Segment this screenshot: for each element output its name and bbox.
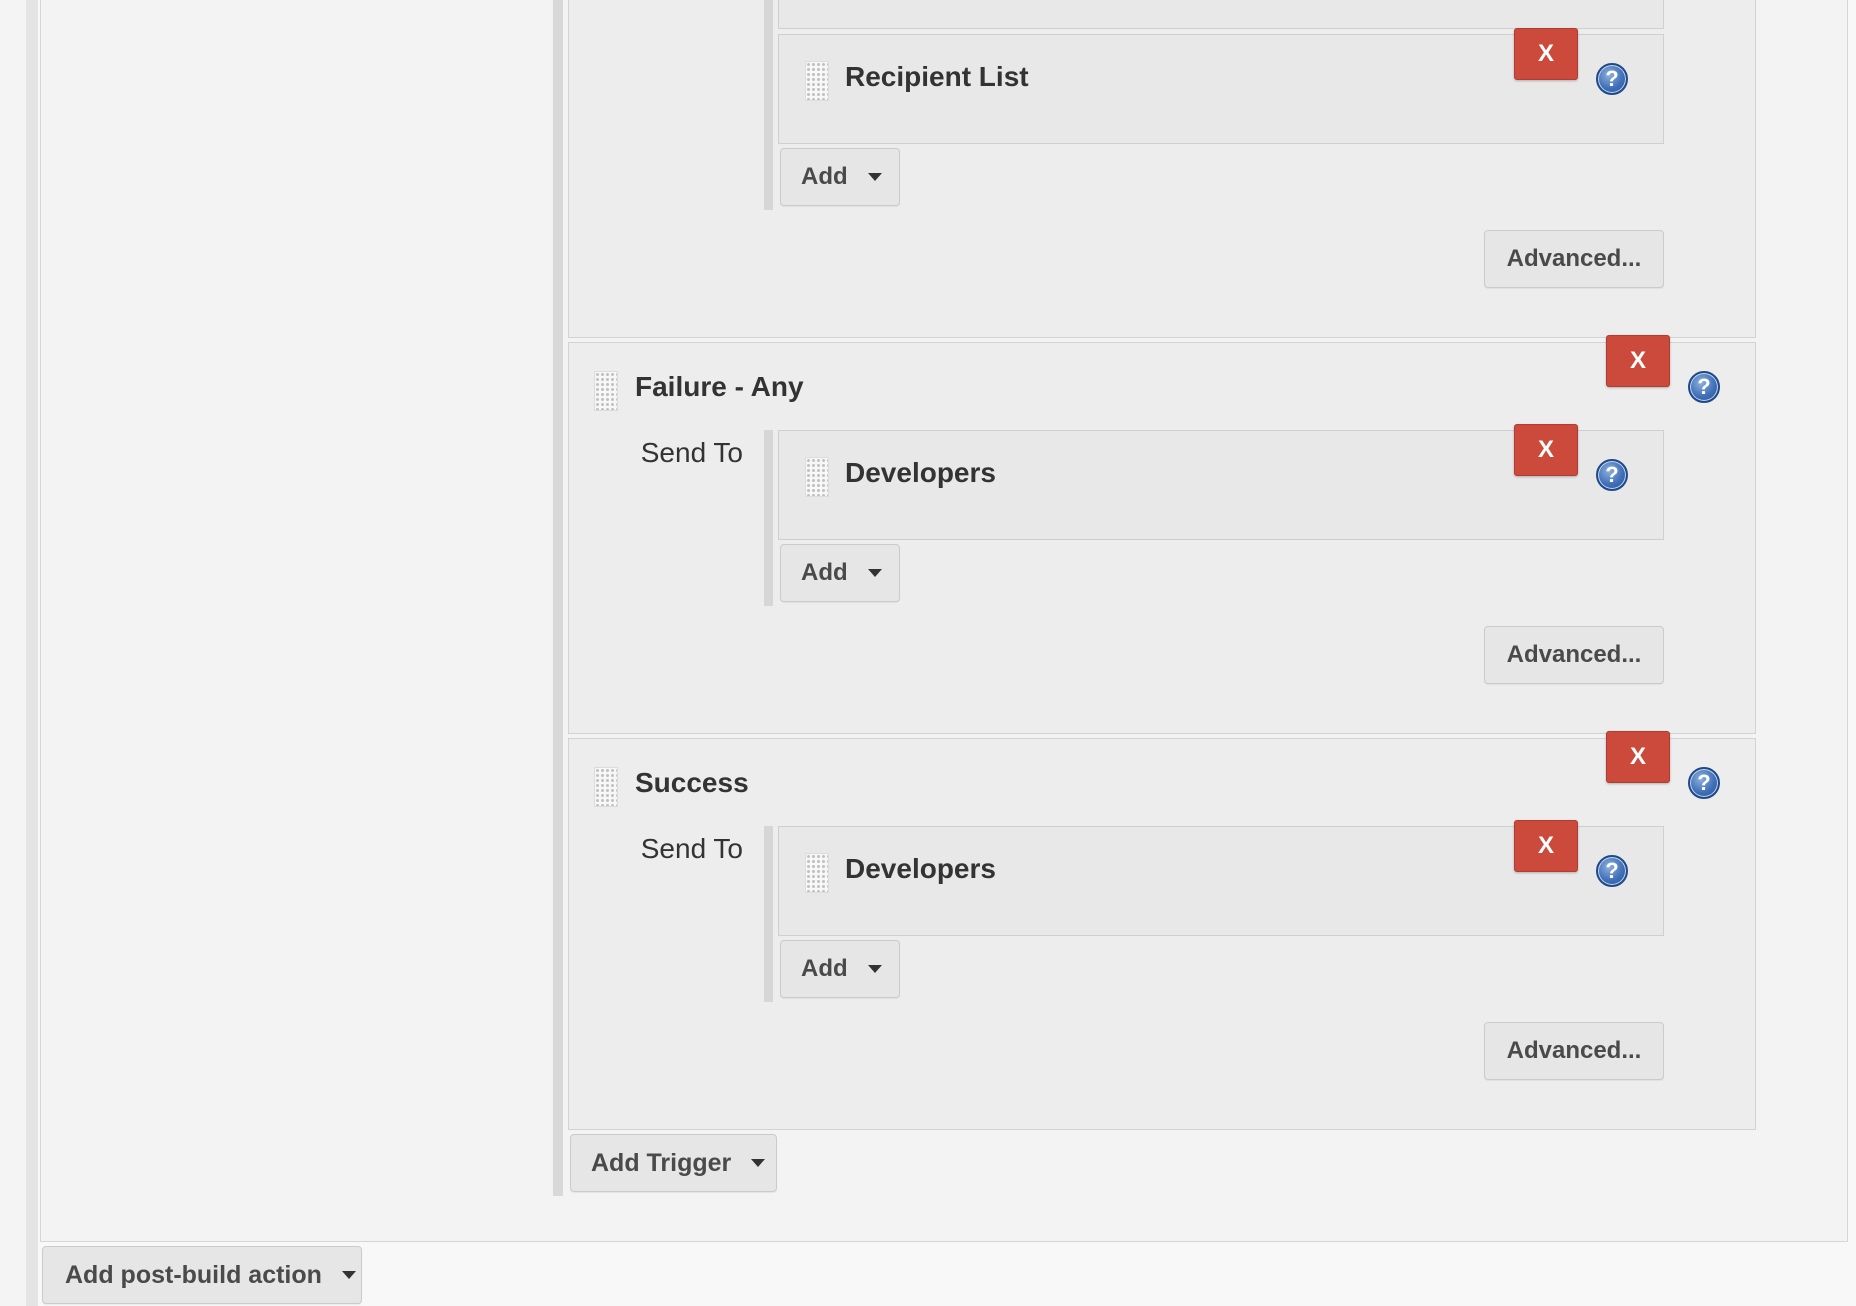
help-icon[interactable]: ? [1688, 767, 1720, 799]
advanced-button[interactable]: Advanced... [1484, 626, 1664, 684]
add-recipient-button[interactable]: Add [780, 544, 900, 602]
help-icon[interactable]: ? [1596, 855, 1628, 887]
add-label: Add [801, 559, 848, 586]
send-to-label: Send To [640, 437, 743, 468]
recipient-title: Recipient List [845, 61, 1029, 92]
remove-recipient-button[interactable]: X [1514, 820, 1578, 872]
add-label: Add [801, 163, 848, 190]
advanced-button[interactable]: Advanced... [1484, 1022, 1664, 1080]
recipients-rail [764, 430, 773, 606]
recipient-title: Developers [845, 853, 996, 884]
trigger-title: Success [635, 767, 749, 798]
remove-trigger-button[interactable]: X [1606, 335, 1670, 387]
recipient-title: Developers [845, 457, 996, 488]
help-icon[interactable]: ? [1688, 371, 1720, 403]
drag-handle-icon[interactable] [805, 457, 829, 497]
recipient-panel-partial [778, 0, 1664, 29]
add-trigger-label: Add Trigger [591, 1148, 732, 1177]
recipients-rail [764, 0, 773, 210]
drag-handle-icon[interactable] [594, 767, 618, 807]
caret-down-icon [867, 965, 882, 973]
remove-recipient-button[interactable]: X [1514, 28, 1578, 80]
remove-recipient-button[interactable]: X [1514, 424, 1578, 476]
drag-handle-icon[interactable] [594, 371, 618, 411]
add-recipient-button[interactable]: Add [780, 148, 900, 206]
add-post-build-label: Add post-build action [65, 1260, 322, 1289]
page-left-divider [26, 0, 38, 1306]
page-left-strip [0, 0, 26, 1306]
caret-down-icon [341, 1271, 356, 1279]
add-post-build-action-button[interactable]: Add post-build action [42, 1246, 362, 1304]
drag-handle-icon[interactable] [805, 853, 829, 893]
add-trigger-button[interactable]: Add Trigger [570, 1134, 777, 1192]
add-label: Add [801, 955, 848, 982]
triggers-rail [553, 0, 563, 1196]
caret-down-icon [867, 173, 882, 181]
advanced-button[interactable]: Advanced... [1484, 230, 1664, 288]
add-recipient-button[interactable]: Add [780, 940, 900, 998]
help-icon[interactable]: ? [1596, 63, 1628, 95]
caret-down-icon [751, 1159, 766, 1167]
trigger-title: Failure - Any [635, 371, 804, 402]
help-icon[interactable]: ? [1596, 459, 1628, 491]
send-to-label: Send To [640, 833, 743, 864]
drag-handle-icon[interactable] [805, 61, 829, 101]
caret-down-icon [867, 569, 882, 577]
recipients-rail [764, 826, 773, 1002]
remove-trigger-button[interactable]: X [1606, 731, 1670, 783]
